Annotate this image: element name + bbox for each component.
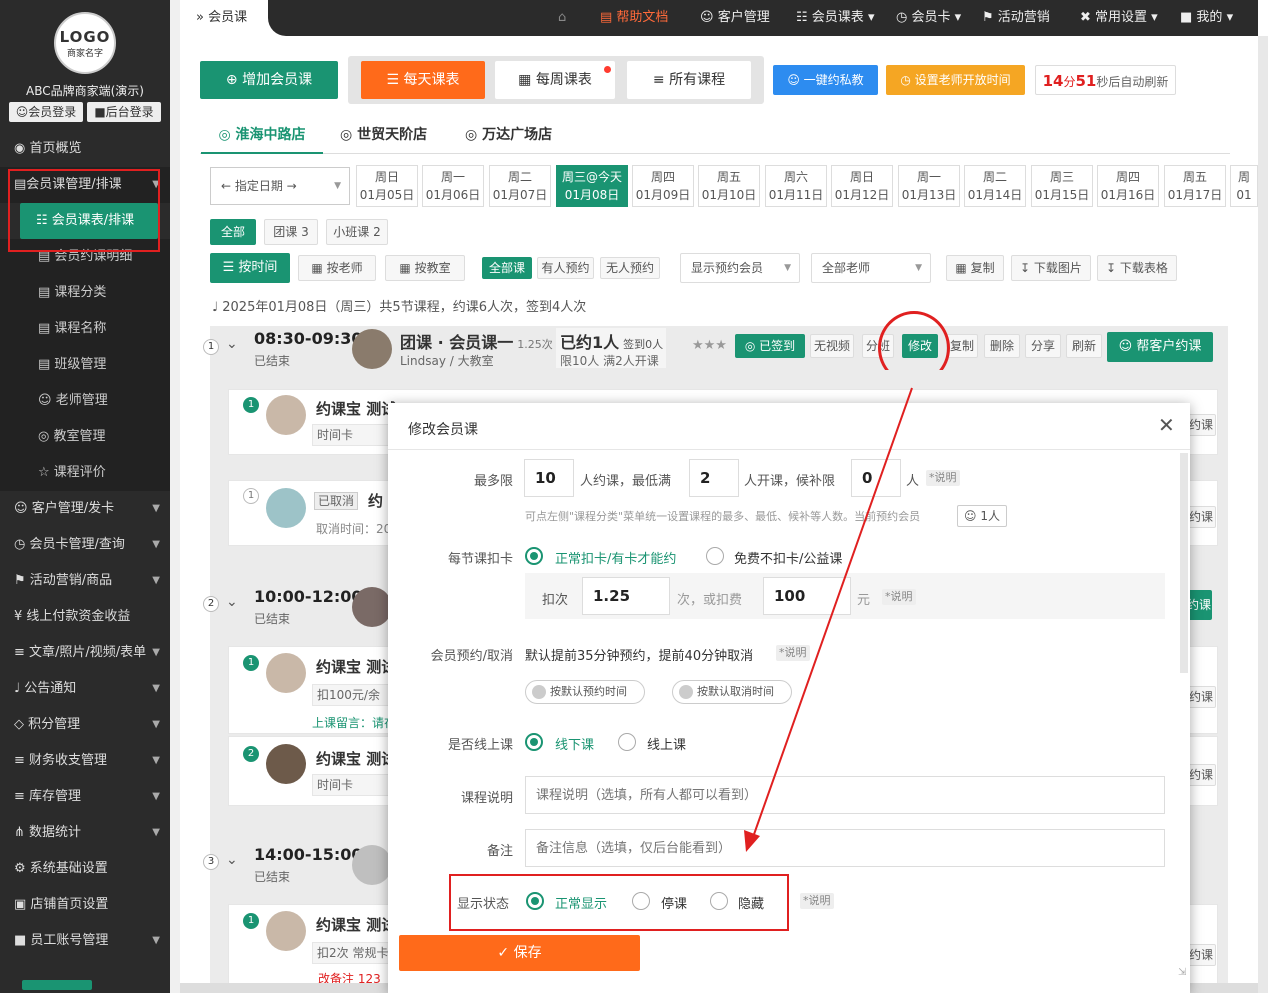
annotation-arrow [744, 387, 913, 852]
